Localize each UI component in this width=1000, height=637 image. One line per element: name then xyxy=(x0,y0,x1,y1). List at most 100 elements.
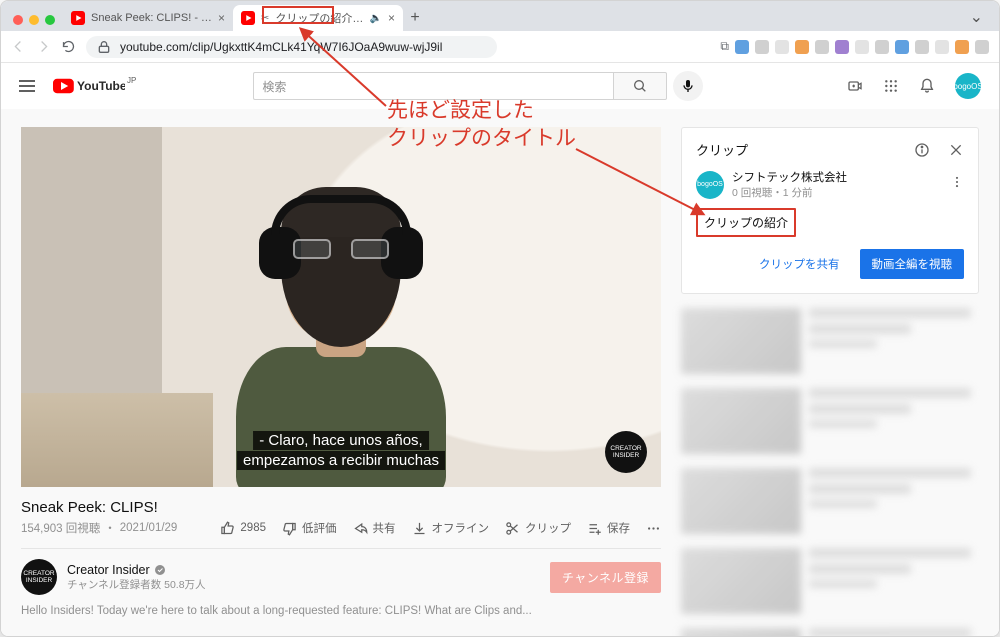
search-input[interactable]: 検索 xyxy=(253,72,613,100)
apps-icon[interactable] xyxy=(883,78,899,94)
video-caption: - Claro, hace unos años, empezamos a rec… xyxy=(237,431,445,472)
address-bar[interactable]: youtube.com/clip/UgkxttK4mCLk41YqW7I6JOa… xyxy=(86,36,497,58)
tab-close-icon[interactable]: × xyxy=(218,11,225,25)
extension-icon[interactable] xyxy=(735,40,749,54)
extension-icon[interactable] xyxy=(755,40,769,54)
suggested-video[interactable] xyxy=(681,548,979,614)
hamburger-menu-icon[interactable] xyxy=(19,80,35,92)
tabs-overflow-icon[interactable]: ⌄ xyxy=(962,7,991,31)
search-placeholder: 検索 xyxy=(262,78,286,95)
tab-title: クリップの紹介 - YouTube xyxy=(275,10,363,26)
clip-panel: クリップ bogoOS シフトテック株式会社 0 回視聴・1 分前 クリップの紹… xyxy=(681,127,979,294)
share-button[interactable]: 共有 xyxy=(353,520,396,536)
suggested-video[interactable] xyxy=(681,468,979,534)
offline-label: オフライン xyxy=(432,520,490,536)
channel-name[interactable]: Creator Insider xyxy=(67,563,150,577)
clip-button[interactable]: クリップ xyxy=(505,520,571,536)
tab-audio-icon[interactable]: 🔈 xyxy=(370,13,382,24)
extension-icon[interactable] xyxy=(875,40,889,54)
browser-tab[interactable]: Sneak Peek: CLIPS! - YouTube × xyxy=(63,5,233,31)
dislike-label: 低評価 xyxy=(302,520,337,536)
window-close-button[interactable] xyxy=(13,15,23,25)
extension-icon[interactable] xyxy=(975,40,989,54)
playlist-add-icon xyxy=(587,521,602,536)
clip-title: クリップの紹介 xyxy=(696,208,796,237)
window-controls xyxy=(9,15,63,31)
like-button[interactable]: 2985 xyxy=(220,521,266,536)
suggested-video[interactable] xyxy=(681,308,979,374)
browser-tab-strip: Sneak Peek: CLIPS! - YouTube × ✂ クリップの紹介… xyxy=(1,1,999,31)
extension-icons: ⧉ xyxy=(720,39,989,54)
nav-reload-icon[interactable] xyxy=(61,39,76,54)
share-icon xyxy=(353,521,368,536)
extension-icon[interactable] xyxy=(855,40,869,54)
extension-icon[interactable] xyxy=(795,40,809,54)
browser-tab[interactable]: ✂ クリップの紹介 - YouTube 🔈 × xyxy=(233,5,403,31)
account-avatar[interactable]: bogoOS xyxy=(955,73,981,99)
save-label: 保存 xyxy=(607,520,630,536)
scissors-icon xyxy=(505,521,520,536)
microphone-icon xyxy=(680,78,696,94)
extension-icon[interactable] xyxy=(815,40,829,54)
like-count: 2985 xyxy=(240,522,266,534)
download-icon xyxy=(412,521,427,536)
watch-full-video-button[interactable]: 動画全編を視聴 xyxy=(860,249,965,279)
youtube-favicon-icon xyxy=(71,11,85,25)
search-icon xyxy=(632,78,648,94)
youtube-logo[interactable]: YouTube JP xyxy=(53,76,135,96)
search-button[interactable] xyxy=(613,72,667,100)
download-button[interactable]: オフライン xyxy=(412,520,490,536)
thumbs-up-icon xyxy=(220,521,235,536)
tab-close-icon[interactable]: × xyxy=(388,11,395,25)
channel-watermark-icon[interactable]: CREATOR INSIDER xyxy=(605,431,647,473)
notifications-icon[interactable] xyxy=(919,78,935,94)
lock-icon xyxy=(96,39,112,55)
share-label: 共有 xyxy=(373,520,396,536)
clip-author-avatar[interactable]: bogoOS xyxy=(696,171,724,199)
verified-icon xyxy=(154,564,166,576)
video-description: Hello Insiders! Today we're here to talk… xyxy=(21,605,661,617)
country-code: JP xyxy=(127,76,136,85)
nav-forward-icon[interactable] xyxy=(36,39,51,54)
extension-icon[interactable] xyxy=(835,40,849,54)
extension-icon[interactable] xyxy=(955,40,969,54)
save-button[interactable]: 保存 xyxy=(587,520,630,536)
dislike-button[interactable]: 低評価 xyxy=(282,520,337,536)
clip-author-name[interactable]: シフトテック株式会社 xyxy=(732,169,847,185)
nav-back-icon[interactable] xyxy=(11,39,26,54)
video-player[interactable]: - Claro, hace unos años, empezamos a rec… xyxy=(21,127,661,487)
video-title: Sneak Peek: CLIPS! xyxy=(21,499,661,516)
extension-icon[interactable] xyxy=(935,40,949,54)
video-view-count: 154,903 回視聴 xyxy=(21,520,100,536)
thumbs-down-icon xyxy=(282,521,297,536)
window-maximize-button[interactable] xyxy=(45,15,55,25)
clip-label: クリップ xyxy=(525,520,571,536)
close-icon[interactable] xyxy=(948,142,964,158)
extension-icon[interactable] xyxy=(895,40,909,54)
url-text: youtube.com/clip/UgkxttK4mCLk41YqW7I6JOa… xyxy=(120,40,442,54)
info-icon[interactable] xyxy=(914,142,930,158)
create-icon[interactable] xyxy=(847,78,863,94)
voice-search-button[interactable] xyxy=(673,71,703,101)
share-clip-button[interactable]: クリップを共有 xyxy=(749,249,850,279)
youtube-masthead: YouTube JP 検索 bogoOS xyxy=(1,63,999,109)
svg-text:YouTube: YouTube xyxy=(77,79,125,93)
clip-panel-title: クリップ xyxy=(696,140,904,159)
subscriber-count: チャンネル登録者数 50.8万人 xyxy=(67,577,206,592)
suggested-video[interactable] xyxy=(681,628,979,636)
window-minimize-button[interactable] xyxy=(29,15,39,25)
clip-icon: ✂ xyxy=(261,13,269,24)
video-upload-date: 2021/01/29 xyxy=(120,522,178,534)
clip-meta: 0 回視聴・1 分前 xyxy=(732,185,847,200)
youtube-favicon-icon xyxy=(241,11,255,25)
channel-avatar[interactable]: CREATOR INSIDER xyxy=(21,559,57,595)
more-actions-button[interactable] xyxy=(646,521,661,536)
suggested-video[interactable] xyxy=(681,388,979,454)
new-tab-button[interactable]: + xyxy=(403,6,427,30)
extension-icon[interactable] xyxy=(775,40,789,54)
subscribe-button[interactable]: チャンネル登録 xyxy=(550,562,661,593)
tab-title: Sneak Peek: CLIPS! - YouTube xyxy=(91,12,212,24)
picture-in-picture-icon[interactable]: ⧉ xyxy=(720,39,729,54)
clip-more-icon[interactable] xyxy=(950,175,964,194)
extension-icon[interactable] xyxy=(915,40,929,54)
